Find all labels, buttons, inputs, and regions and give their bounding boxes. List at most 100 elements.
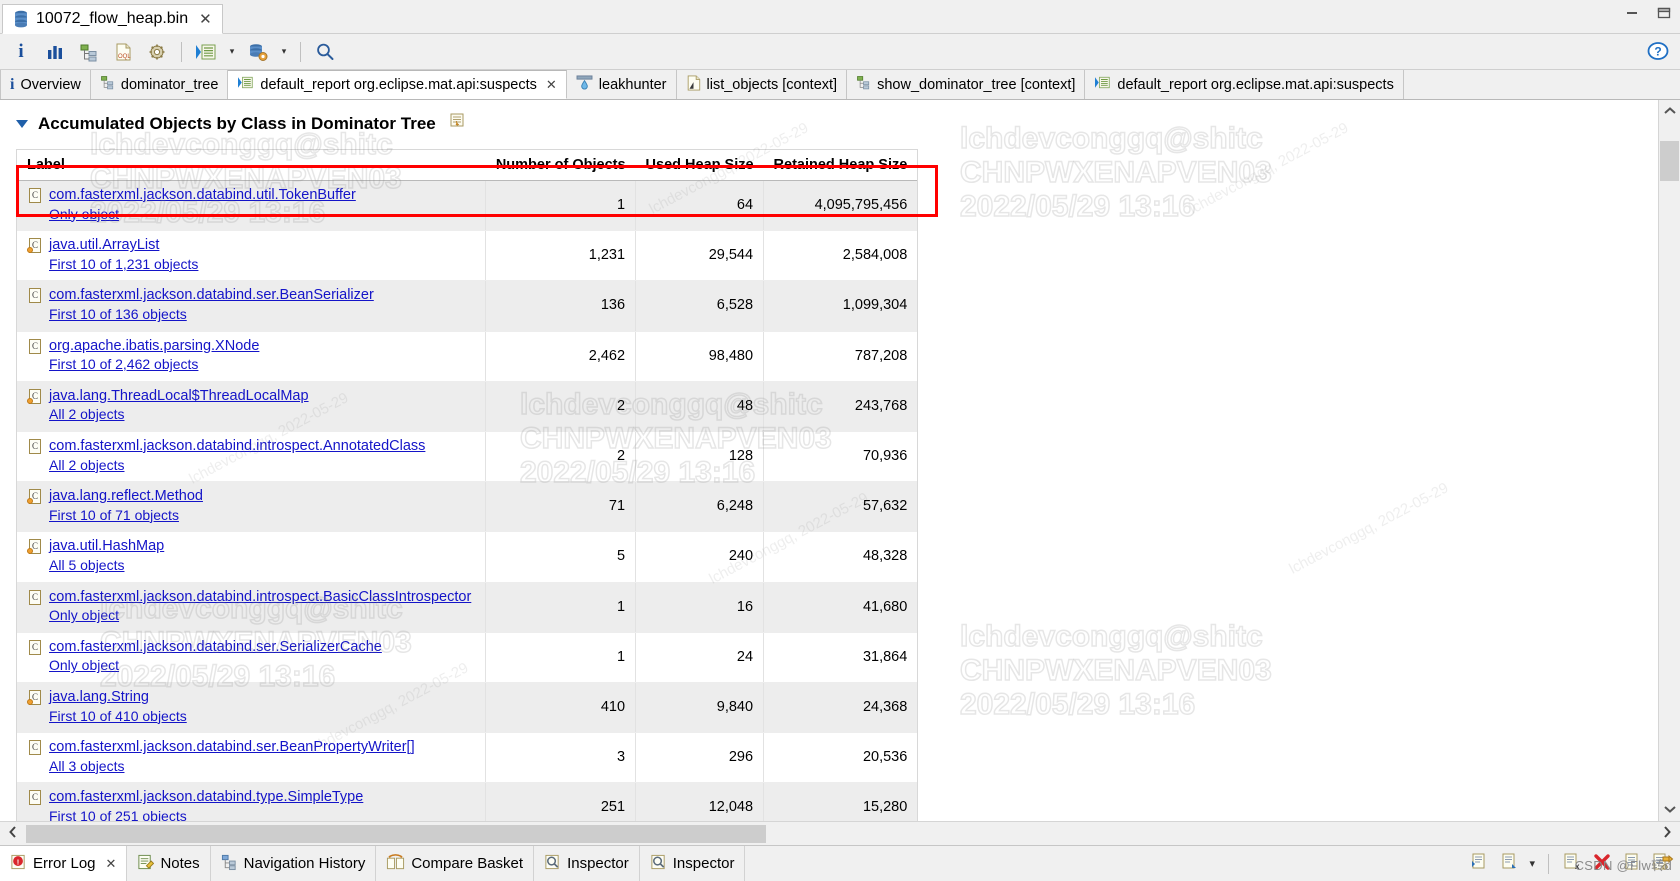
gear-icon[interactable]	[142, 38, 172, 66]
chevron-down-icon[interactable]: ▾	[225, 38, 239, 66]
close-icon[interactable]: ✕	[106, 856, 117, 872]
histogram-icon[interactable]	[40, 38, 70, 66]
table-row[interactable]: org.apache.ibatis.parsing.XNodeFirst 10 …	[17, 331, 918, 382]
scroll-down-icon[interactable]	[1663, 798, 1677, 821]
cell-number-of-objects: 2	[485, 431, 636, 483]
view-tab-inspector-1[interactable]: Inspector	[534, 846, 640, 881]
tab-leakhunter[interactable]: leakhunter	[566, 70, 677, 99]
object-count-link[interactable]: Only object	[49, 206, 356, 224]
table-row[interactable]: java.lang.reflect.MethodFirst 10 of 71 o…	[17, 481, 918, 533]
class-name-link[interactable]: com.fasterxml.jackson.databind.introspec…	[49, 438, 425, 456]
object-count-link[interactable]: First 10 of 251 objects	[49, 808, 363, 821]
view-tab-inspector-2[interactable]: Inspector	[640, 846, 746, 881]
class-icon	[27, 740, 42, 756]
class-name-link[interactable]: com.fasterxml.jackson.databind.introspec…	[49, 589, 471, 607]
class-name-link[interactable]: java.lang.String	[49, 689, 187, 707]
tab-overview[interactable]: i Overview	[0, 70, 91, 99]
editor-tab-heap-dump[interactable]: 10072_flow_heap.bin ✕	[2, 4, 223, 34]
chevron-down-icon-2[interactable]: ▾	[277, 38, 291, 66]
heap-dump-icon	[13, 10, 29, 28]
table-row[interactable]: com.fasterxml.jackson.databind.util.Toke…	[17, 180, 918, 232]
export-icon[interactable]	[1469, 852, 1489, 876]
object-count-link[interactable]: All 3 objects	[49, 758, 415, 776]
heap-dump-actions-icon[interactable]	[243, 38, 273, 66]
cell-used-heap-size: 296	[635, 732, 764, 784]
column-header-retained-heap-size[interactable]: Retained Heap Size	[763, 150, 918, 181]
pin-icon[interactable]	[448, 112, 466, 135]
class-name-link[interactable]: java.lang.reflect.Method	[49, 488, 203, 506]
tab-default-report-suspects[interactable]: default_report org.eclipse.mat.api:suspe…	[228, 70, 567, 99]
class-name-link[interactable]: com.fasterxml.jackson.databind.ser.BeanP…	[49, 739, 415, 757]
column-header-used-heap-size[interactable]: Used Heap Size	[635, 150, 764, 181]
view-menu-chevron-icon[interactable]: ▾	[1529, 857, 1535, 870]
vertical-scroll-track[interactable]	[1659, 123, 1680, 798]
scroll-up-icon[interactable]	[1663, 100, 1677, 123]
view-tab-navigation-history[interactable]: Navigation History	[211, 846, 377, 881]
table-row[interactable]: com.fasterxml.jackson.databind.ser.BeanP…	[17, 732, 918, 784]
table-row[interactable]: java.util.ArrayListFirst 10 of 1,231 obj…	[17, 230, 918, 282]
view-tab-notes[interactable]: Notes	[127, 846, 211, 881]
cell-number-of-objects: 410	[485, 682, 636, 734]
tab-show-dominator-tree[interactable]: show_dominator_tree [context]	[847, 70, 1086, 99]
bottom-view-stack: ! Error Log ✕ Notes Navigation History C…	[0, 845, 1680, 881]
table-row[interactable]: com.fasterxml.jackson.databind.ser.Seria…	[17, 632, 918, 683]
class-name-link[interactable]: com.fasterxml.jackson.databind.ser.BeanS…	[49, 287, 374, 305]
view-tab-error-log[interactable]: ! Error Log ✕	[0, 846, 128, 881]
close-icon[interactable]: ✕	[199, 12, 212, 27]
tab-dominator-tree[interactable]: dominator_tree	[90, 70, 229, 99]
dominator-tree-icon[interactable]	[74, 38, 104, 66]
class-name-link[interactable]: com.fasterxml.jackson.databind.util.Toke…	[49, 187, 356, 205]
table-row[interactable]: java.lang.StringFirst 10 of 410 objects 4…	[17, 682, 918, 734]
vertical-scroll-thumb[interactable]	[1660, 141, 1679, 181]
search-icon[interactable]	[310, 38, 340, 66]
table-row[interactable]: com.fasterxml.jackson.databind.introspec…	[17, 582, 918, 633]
column-header-number-of-objects[interactable]: Number of Objects	[485, 150, 636, 181]
cell-retained-heap-size: 15,280	[763, 782, 918, 821]
object-count-link[interactable]: All 2 objects	[49, 406, 309, 424]
cell-used-heap-size: 24	[635, 632, 764, 683]
object-count-link[interactable]: All 5 objects	[49, 557, 164, 575]
object-count-link[interactable]: Only object	[49, 657, 382, 675]
cell-retained-heap-size: 243,768	[763, 381, 918, 432]
horizontal-scroll-thumb[interactable]	[26, 824, 766, 843]
horizontal-scroll-track[interactable]	[26, 824, 1654, 843]
tab-list-objects[interactable]: list_objects [context]	[676, 70, 848, 99]
vertical-scrollbar[interactable]	[1658, 100, 1680, 821]
class-name-link[interactable]: java.util.ArrayList	[49, 237, 198, 255]
class-name-link[interactable]: java.lang.ThreadLocal$ThreadLocalMap	[49, 388, 309, 406]
cell-label: java.util.ArrayListFirst 10 of 1,231 obj…	[17, 230, 486, 282]
table-row[interactable]: java.lang.ThreadLocal$ThreadLocalMapAll …	[17, 381, 918, 432]
horizontal-scrollbar[interactable]	[0, 821, 1680, 845]
table-row[interactable]: java.util.HashMapAll 5 objects524048,328	[17, 531, 918, 583]
collapse-twisty-icon[interactable]	[16, 119, 28, 128]
object-count-link[interactable]: First 10 of 2,462 objects	[49, 356, 259, 374]
scroll-right-icon[interactable]	[1654, 825, 1680, 842]
object-count-link[interactable]: First 10 of 410 objects	[49, 708, 187, 726]
class-name-link[interactable]: java.util.HashMap	[49, 538, 164, 556]
object-count-link[interactable]: First 10 of 136 objects	[49, 306, 374, 324]
maximize-icon[interactable]	[1656, 6, 1672, 24]
column-header-label[interactable]: Label	[17, 150, 486, 181]
class-name-link[interactable]: org.apache.ibatis.parsing.XNode	[49, 338, 259, 356]
overview-info-button[interactable]: i	[6, 38, 36, 66]
help-icon[interactable]: ?	[1646, 39, 1670, 68]
minimize-icon[interactable]	[1624, 6, 1640, 24]
oql-icon[interactable]: OQL	[108, 38, 138, 66]
object-count-link[interactable]: First 10 of 1,231 objects	[49, 256, 198, 274]
open-query-browser-icon[interactable]	[191, 38, 221, 66]
table-row[interactable]: com.fasterxml.jackson.databind.ser.BeanS…	[17, 280, 918, 332]
class-name-link[interactable]: com.fasterxml.jackson.databind.ser.Seria…	[49, 639, 382, 657]
class-name-link[interactable]: com.fasterxml.jackson.databind.type.Simp…	[49, 789, 363, 807]
object-count-link[interactable]: Only object	[49, 607, 471, 625]
tab-default-report-suspects-2[interactable]: default_report org.eclipse.mat.api:suspe…	[1085, 70, 1404, 99]
scroll-left-icon[interactable]	[0, 825, 26, 842]
table-row[interactable]: com.fasterxml.jackson.databind.type.Simp…	[17, 782, 918, 821]
class-icon	[27, 288, 42, 304]
cell-label: com.fasterxml.jackson.databind.introspec…	[17, 582, 486, 633]
view-tab-compare-basket[interactable]: Compare Basket	[376, 846, 535, 881]
object-count-link[interactable]: All 2 objects	[49, 457, 425, 475]
import-icon[interactable]	[1499, 852, 1519, 876]
close-icon[interactable]: ✕	[546, 77, 557, 93]
table-row[interactable]: com.fasterxml.jackson.databind.introspec…	[17, 431, 918, 483]
object-count-link[interactable]: First 10 of 71 objects	[49, 507, 203, 525]
